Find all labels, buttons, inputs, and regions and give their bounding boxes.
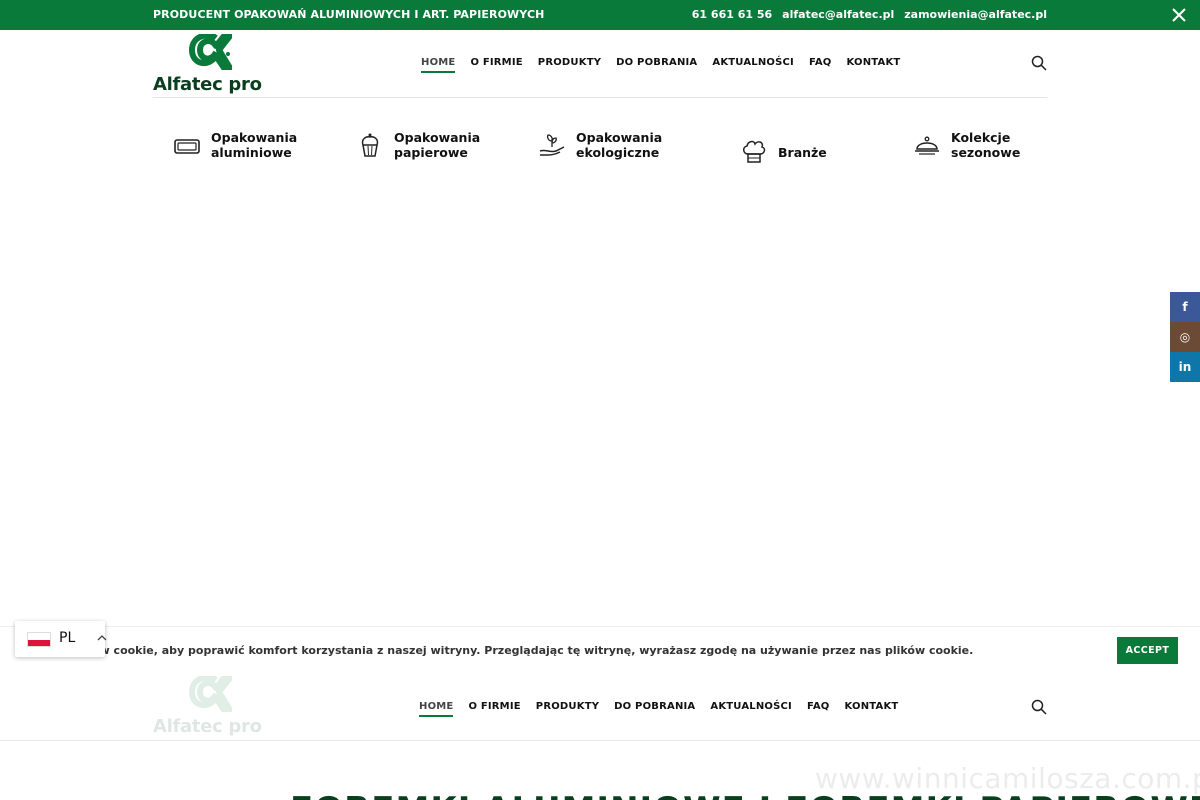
- sticky-nav-item-home[interactable]: HOME: [419, 701, 454, 717]
- category-label: Opakowania: [576, 130, 663, 145]
- category-label: sezonowe: [951, 145, 1021, 160]
- facebook-icon[interactable]: f: [1170, 292, 1200, 322]
- category-label: aluminiowe: [211, 145, 292, 160]
- chef-hat-icon: [743, 140, 766, 163]
- instagram-icon[interactable]: ◎: [1170, 322, 1200, 352]
- nav-item-aktualnosci[interactable]: AKTUALNOŚCI: [712, 57, 794, 73]
- nav-item-kontakt[interactable]: KONTAKT: [847, 57, 901, 73]
- category-ekologiczne[interactable]: Opakowania ekologiczne: [538, 130, 662, 160]
- orders-email-link[interactable]: zamowienia@alfatec.pl: [904, 8, 1047, 21]
- cookie-message: ów cookie, aby poprawić komfort korzysta…: [92, 644, 974, 657]
- category-label: Branże: [778, 144, 827, 160]
- search-icon[interactable]: [1031, 55, 1047, 71]
- main-nav: HOME O FIRMIE PRODUKTY DO POBRANIA AKTUA…: [421, 57, 900, 73]
- nav-item-home[interactable]: HOME: [421, 57, 456, 73]
- cookie-banner: ów cookie, aby poprawić komfort korzysta…: [0, 626, 1200, 674]
- nav-item-o-firmie[interactable]: O FIRMIE: [470, 57, 522, 73]
- category-aluminiowe[interactable]: Opakowania aluminiowe: [173, 130, 297, 160]
- nav-item-faq[interactable]: FAQ: [809, 57, 832, 73]
- category-label: ekologiczne: [576, 145, 660, 160]
- logo-alpha-icon: [189, 676, 232, 712]
- social-sidebar: f ◎ in: [1170, 292, 1200, 382]
- category-label: Kolekcje: [951, 130, 1011, 145]
- nav-item-produkty[interactable]: PRODUKTY: [538, 57, 601, 73]
- email-link[interactable]: alfatec@alfatec.pl: [782, 8, 894, 21]
- category-papierowe[interactable]: Opakowania papierowe: [356, 130, 480, 160]
- category-row: Opakowania aluminiowe Opakowania papiero…: [153, 130, 1047, 170]
- category-sezonowe[interactable]: Kolekcje sezonowe: [913, 130, 1020, 160]
- logo[interactable]: Alfatec pro: [153, 34, 273, 95]
- sticky-logo[interactable]: Alfatec pro: [153, 676, 273, 737]
- sticky-nav-item-do-pobrania[interactable]: DO POBRANIA: [614, 701, 695, 717]
- sticky-nav: HOME O FIRMIE PRODUKTY DO POBRANIA AKTUA…: [419, 701, 898, 717]
- top-bar-tagline: PRODUCENT OPAKOWAŃ ALUMINIOWYCH I ART. P…: [153, 8, 545, 21]
- main-header: Alfatec pro HOME O FIRMIE PRODUKTY DO PO…: [153, 30, 1047, 98]
- eco-hand-icon: [539, 134, 565, 156]
- poland-flag-icon: [27, 632, 51, 647]
- top-bar: PRODUCENT OPAKOWAŃ ALUMINIOWYCH I ART. P…: [0, 0, 1200, 30]
- close-icon[interactable]: [1170, 6, 1188, 24]
- cupcake-icon: [361, 133, 379, 157]
- nav-item-do-pobrania[interactable]: DO POBRANIA: [616, 57, 697, 73]
- phone-link[interactable]: 61 661 61 56: [692, 8, 772, 21]
- language-switcher[interactable]: PL: [15, 621, 107, 657]
- sticky-nav-item-aktualnosci[interactable]: AKTUALNOŚCI: [710, 701, 792, 717]
- category-label: papierowe: [394, 145, 468, 160]
- language-code: PL: [59, 630, 76, 646]
- sticky-nav-item-kontakt[interactable]: KONTAKT: [845, 701, 899, 717]
- cookie-accept-button[interactable]: ACCEPT: [1117, 637, 1178, 664]
- cloche-icon: [915, 136, 939, 155]
- sticky-header-divider: [0, 740, 1200, 741]
- page-title: FOREMKI ALUMINIOWE I FOREMKI PAPIEROWE: [290, 790, 1200, 800]
- sticky-nav-item-produkty[interactable]: PRODUKTY: [536, 701, 599, 717]
- logo-alpha-icon: [189, 34, 232, 70]
- linkedin-icon[interactable]: in: [1170, 352, 1200, 382]
- category-branze[interactable]: Branże: [740, 138, 827, 166]
- category-label: Opakowania: [394, 130, 481, 145]
- sticky-header: Alfatec pro HOME O FIRMIE PRODUKTY DO PO…: [153, 674, 1047, 740]
- top-bar-contacts: 61 661 61 56 alfatec@alfatec.pl zamowien…: [692, 8, 1047, 21]
- logo-text: Alfatec pro: [153, 74, 262, 95]
- sticky-nav-item-o-firmie[interactable]: O FIRMIE: [468, 701, 520, 717]
- sticky-nav-item-faq[interactable]: FAQ: [807, 701, 830, 717]
- chevron-up-icon: [97, 635, 107, 641]
- category-label: Opakowania: [211, 130, 298, 145]
- tray-icon: [174, 139, 200, 154]
- sticky-logo-text: Alfatec pro: [153, 716, 262, 737]
- search-icon[interactable]: [1031, 699, 1047, 715]
